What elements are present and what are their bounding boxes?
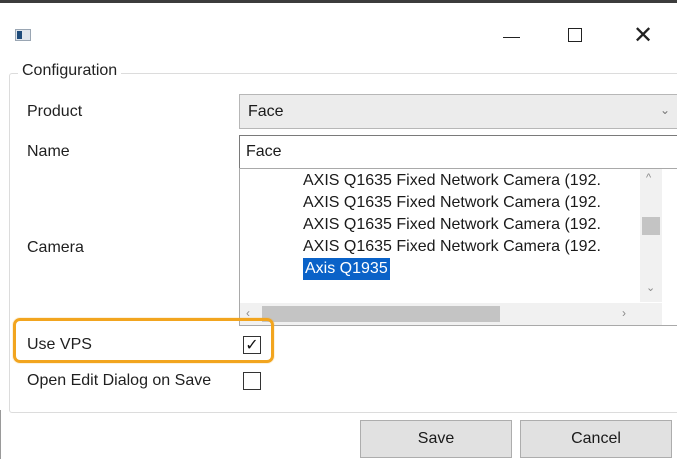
horizontal-scrollbar[interactable]: ‹ › bbox=[240, 303, 640, 325]
app-icon bbox=[15, 29, 31, 41]
camera-label: Camera bbox=[27, 239, 84, 256]
name-value: Face bbox=[246, 143, 282, 160]
configuration-window: ✕ Configuration Product Face ⌄ Name Face… bbox=[0, 0, 677, 459]
open-edit-dialog-checkbox[interactable] bbox=[243, 372, 261, 390]
minimize-icon bbox=[502, 36, 520, 38]
scrollbar-corner bbox=[640, 303, 662, 325]
scroll-right-icon[interactable]: › bbox=[622, 306, 626, 320]
title-bar: ✕ bbox=[0, 3, 677, 59]
name-label: Name bbox=[27, 143, 70, 160]
checkmark-icon: ✓ bbox=[245, 335, 259, 354]
list-item[interactable]: AXIS Q1635 Fixed Network Camera (192. bbox=[303, 170, 639, 192]
name-field[interactable]: Face bbox=[239, 135, 677, 169]
product-combobox[interactable]: Face ⌄ bbox=[239, 94, 677, 129]
scroll-up-icon[interactable]: ^ bbox=[646, 172, 651, 184]
minimize-button[interactable] bbox=[488, 13, 534, 57]
chevron-down-icon: ⌄ bbox=[659, 103, 670, 117]
group-title: Configuration bbox=[18, 62, 122, 80]
list-item-selected[interactable]: Axis Q1935 bbox=[303, 258, 390, 280]
list-item[interactable]: AXIS Q1635 Fixed Network Camera (192. bbox=[303, 214, 639, 236]
camera-listbox[interactable]: AXIS Q1635 Fixed Network Camera (192. AX… bbox=[239, 168, 677, 326]
close-button[interactable]: ✕ bbox=[620, 13, 666, 57]
vertical-scrollbar[interactable]: ^ ⌄ bbox=[640, 169, 662, 302]
left-edge bbox=[0, 410, 1, 459]
horizontal-scroll-thumb[interactable] bbox=[262, 306, 500, 322]
list-item[interactable]: AXIS Q1635 Fixed Network Camera (192. bbox=[303, 236, 639, 258]
list-item[interactable]: AXIS Q1635 Fixed Network Camera (192. bbox=[303, 192, 639, 214]
close-icon: ✕ bbox=[632, 21, 654, 49]
vertical-scroll-thumb[interactable] bbox=[642, 217, 660, 235]
use-vps-label: Use VPS bbox=[27, 336, 92, 353]
maximize-button[interactable] bbox=[552, 13, 598, 57]
scroll-down-icon[interactable]: ⌄ bbox=[646, 281, 655, 294]
product-value: Face bbox=[248, 103, 284, 120]
open-edit-dialog-label: Open Edit Dialog on Save bbox=[27, 372, 212, 389]
save-button[interactable]: Save bbox=[360, 420, 512, 458]
cancel-button[interactable]: Cancel bbox=[520, 420, 672, 458]
product-label: Product bbox=[27, 103, 83, 120]
maximize-icon bbox=[568, 28, 582, 42]
use-vps-checkbox[interactable]: ✓ bbox=[243, 336, 261, 354]
